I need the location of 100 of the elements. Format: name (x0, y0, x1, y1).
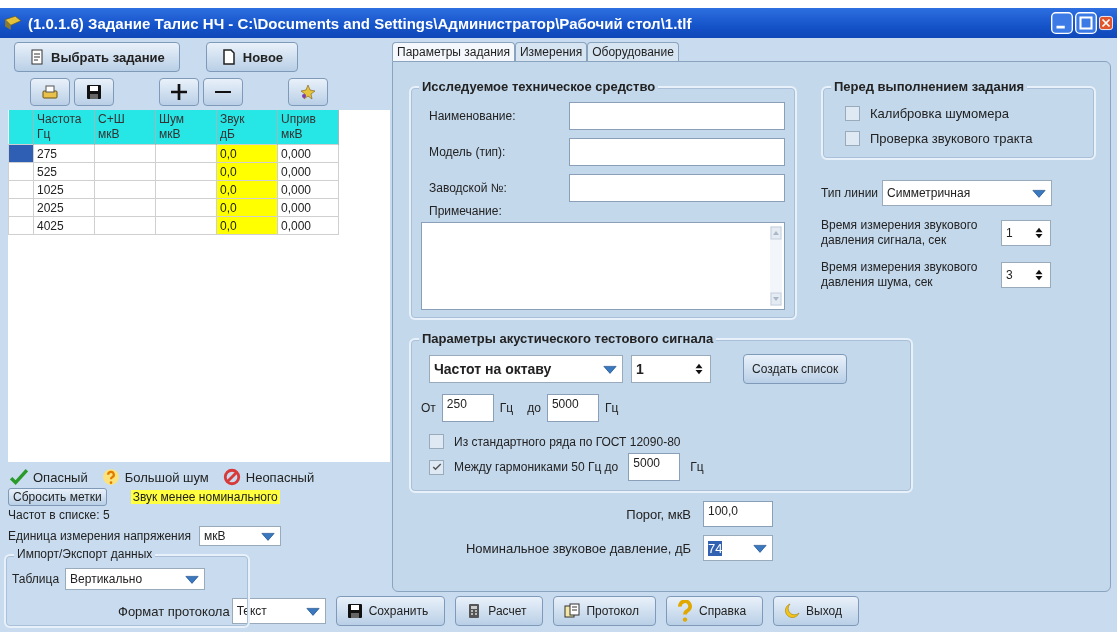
input-field[interactable] (569, 174, 785, 202)
table-cell: 0,000 (277, 162, 339, 181)
action-button[interactable]: Справка (666, 596, 764, 626)
from-label: От (421, 401, 436, 415)
document-icon (29, 49, 45, 65)
row-header (8, 110, 34, 145)
legend-label: Неопасный (245, 469, 315, 485)
crescent-moon-icon (784, 603, 801, 619)
table-cell: 0,000 (277, 216, 339, 235)
unit-label: Гц (690, 460, 704, 474)
minus-icon (215, 90, 231, 94)
column-header: С+Ш мкВ (94, 110, 156, 145)
checkbox-label: Калибровка шумомера (870, 106, 1009, 121)
mode-dropdown[interactable]: Частот на октаву (429, 355, 623, 383)
table-cell: 1025 (33, 180, 95, 199)
checkmark-icon (10, 468, 28, 486)
minimize-icon (1051, 12, 1073, 34)
checkbox-label: Проверка звукового тракта (870, 131, 1033, 146)
group-title: Параметры акустического тестового сигнала (419, 331, 717, 346)
table-label: Таблица (12, 572, 60, 586)
input-field[interactable]: 5000 (628, 453, 681, 481)
tab[interactable]: Параметры задания (392, 42, 515, 61)
documents-icon (564, 603, 581, 619)
line-type-label: Тип линии (821, 186, 879, 200)
spin-value: 1 (1006, 226, 1013, 240)
time-label: Время измерения звукового давления сигнала, сек (821, 218, 979, 248)
table-layout-dropdown[interactable]: Вертикально (65, 568, 206, 590)
action-button[interactable]: Расчет (455, 596, 544, 626)
icon-button[interactable] (159, 78, 199, 106)
combo-value: Симметричная (887, 186, 971, 200)
checkbox[interactable] (429, 434, 444, 449)
combo-value: 74 (708, 540, 723, 556)
table-cell: 525 (33, 162, 95, 181)
input-field[interactable]: 5000 (546, 394, 599, 422)
unit-label: Гц (604, 401, 619, 415)
action-button[interactable]: Протокол (553, 596, 656, 626)
question-mark-icon (101, 468, 120, 486)
spin-box[interactable]: 1 (631, 355, 711, 383)
prohibition-sign-icon (222, 468, 241, 486)
group-title: Импорт/Экспорт данных (14, 547, 156, 561)
question-mark-icon (677, 599, 693, 623)
column-header: Uприв мкВ (277, 110, 339, 145)
combo-value: мкВ (203, 529, 226, 543)
column-header: Шум мкВ (155, 110, 217, 145)
tab[interactable]: Измерения (515, 42, 588, 61)
table-cell: 2025 (33, 198, 95, 217)
plus-icon (171, 84, 187, 100)
unit-label: Единица измерения напряжения (8, 529, 191, 543)
row-selector[interactable] (8, 144, 34, 163)
field-label: Заводской №: (429, 181, 507, 195)
group-title: Перед выполнением задания (831, 79, 1028, 94)
toolbar-button[interactable]: Новое (205, 42, 299, 72)
icon-button[interactable] (74, 78, 114, 106)
spin-box[interactable]: 3 (1001, 262, 1051, 288)
icon-button[interactable] (203, 78, 243, 106)
legend-label: Большой шум (124, 469, 209, 485)
threshold-label: Порог, мкВ (626, 506, 691, 522)
table-cell: 275 (33, 144, 95, 163)
star-sparkle-icon (300, 84, 316, 100)
input-field[interactable]: 250 (441, 394, 494, 422)
field-label: Модель (тип): (429, 145, 506, 159)
app-icon (4, 14, 22, 32)
action-button[interactable]: Сохранить (335, 596, 446, 626)
table-cell: 0,0 (216, 144, 278, 163)
checkbox-label: Между гармониками 50 Гц до (454, 460, 619, 474)
checkbox-label: Из стандартного ряда по ГОСТ 12090-80 (454, 434, 681, 449)
input-field[interactable] (569, 102, 785, 130)
blank-page-icon (220, 49, 237, 65)
checkbox[interactable] (845, 131, 860, 146)
nominal-pressure-dropdown[interactable]: 74 (703, 535, 773, 561)
unit-label: Гц (499, 401, 514, 415)
table-cell: 0,000 (277, 144, 339, 163)
note-text-area[interactable] (421, 222, 785, 310)
sound-note: Звук менее номинального (130, 490, 280, 504)
column-header: Частота Гц (33, 110, 95, 145)
nominal-pressure-label: Номинальное звуковое давление, дБ (465, 540, 691, 556)
unit-dropdown[interactable]: мкВ (198, 526, 281, 546)
action-button[interactable]: Выход (773, 596, 859, 626)
spin-value: 3 (1006, 268, 1013, 282)
table-cell: 0,000 (277, 180, 339, 199)
checkmark-icon (430, 461, 443, 473)
list-count: Частот в списке: 5 (8, 508, 111, 522)
toolbar-button[interactable]: Выбрать задание (14, 42, 180, 72)
format-label: Формат протокола (118, 603, 230, 619)
checkbox[interactable] (429, 459, 444, 475)
window-title: (1.0.1.6) Задание Талис НЧ - C:\Documents and Settings\Администратор\Рабочий стол\1.tlf (28, 14, 693, 32)
checkbox[interactable] (845, 106, 860, 121)
spin-box[interactable]: 1 (1001, 220, 1051, 246)
field-label: Наименование: (429, 109, 516, 123)
table-cell: 0,000 (277, 198, 339, 217)
create-list-button[interactable]: Создать список (743, 354, 848, 384)
table-cell: 4025 (33, 216, 95, 235)
line-type-dropdown[interactable]: Симметричная (882, 180, 1053, 206)
input-field[interactable]: 100,0 (703, 501, 773, 527)
combo-value: Частот на октаву (434, 361, 552, 377)
to-label: до (527, 401, 541, 415)
input-field[interactable] (569, 138, 785, 166)
tab[interactable]: Оборудование (587, 42, 679, 61)
reset-button[interactable]: Сбросить метки (8, 488, 107, 506)
printer-icon (42, 84, 58, 100)
